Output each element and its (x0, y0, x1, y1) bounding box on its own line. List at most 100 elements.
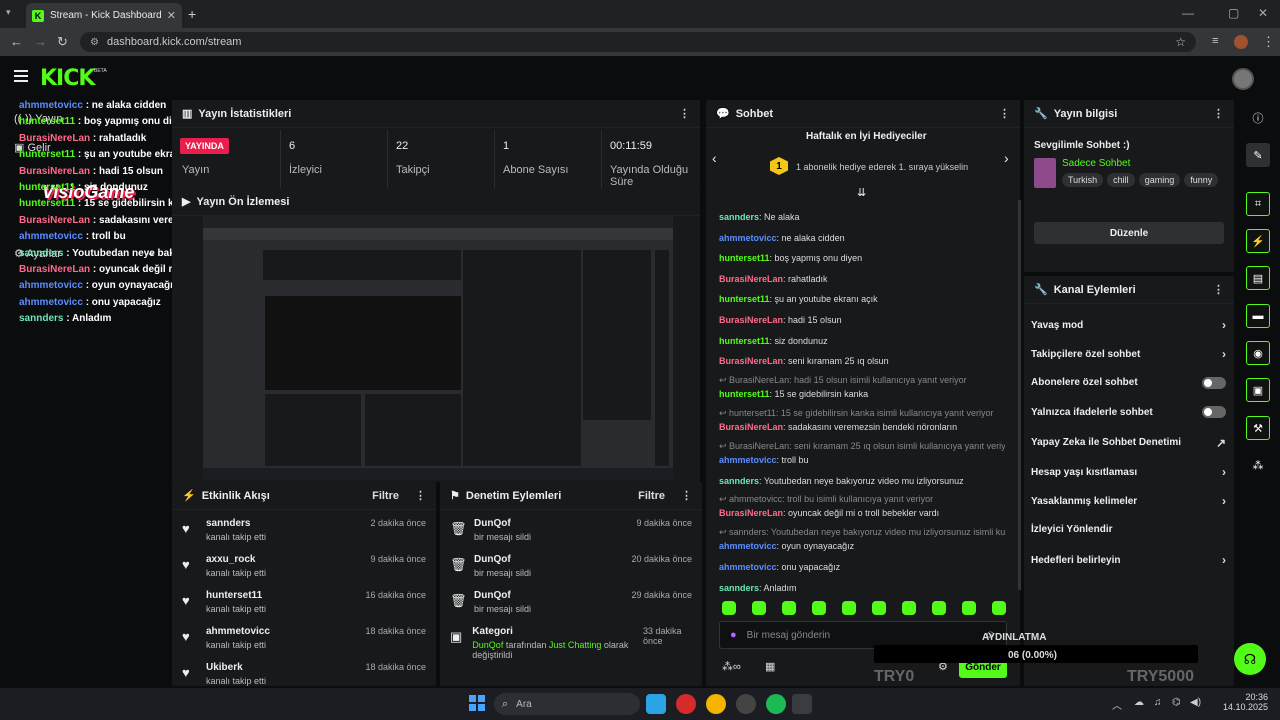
new-tab-icon[interactable]: + (188, 6, 196, 22)
chat-username[interactable]: hunterset11 (719, 253, 770, 263)
activity-row[interactable]: ♥ sannders kanalı takip etti 2 dakika önce (172, 518, 436, 554)
channel-action-row[interactable]: Yapay Zeka ile Sohbet Denetimi ↗ (1031, 436, 1226, 450)
chat-message[interactable]: sannders: Ne alaka (719, 212, 800, 222)
stats-menu-icon[interactable]: ⋮ (679, 107, 690, 120)
chat-message[interactable]: BurasiNereLan: rahatladık (719, 274, 828, 284)
chat-username[interactable]: ahmmetovicc (719, 541, 777, 551)
moderation-user[interactable]: DunQof (474, 518, 531, 529)
channel-action-row[interactable]: Yasaklanmış kelimeler › (1031, 494, 1226, 508)
channel-action-row[interactable]: Takipçilere özel sohbet › (1031, 347, 1226, 361)
chat-username[interactable]: BurasiNereLan (719, 356, 783, 366)
maximize-icon[interactable]: ▢ (1228, 6, 1239, 20)
chat-reply-context[interactable]: ↩ hunterset11: 15 se gidebilirsin kanka … (719, 408, 1005, 419)
chat-reply-context[interactable]: ↩ BurasiNereLan: seni kıramam 25 ıq olsu… (719, 441, 1005, 452)
opera-icon[interactable] (676, 694, 696, 714)
chat-username[interactable]: sannders (719, 212, 759, 222)
lightning-icon[interactable]: ⚡ (1246, 229, 1270, 253)
fullscreen-icon[interactable]: ⌗ (1246, 192, 1270, 216)
activity-user[interactable]: hunterset11 (206, 590, 266, 601)
chat-message[interactable]: ahmmetovicc: onu yapacağız (719, 562, 840, 572)
activity-user[interactable]: axxu_rock (206, 554, 266, 565)
stream-preview-video[interactable] (203, 216, 673, 480)
forward-icon[interactable]: → (34, 34, 47, 49)
moderation-filter-button[interactable]: Filtre (638, 490, 665, 502)
emote-icon[interactable] (872, 601, 886, 615)
chat-reply-context[interactable]: ↩ ahmmetovicc: troll bu isimli kullanıcı… (719, 494, 1005, 505)
chat-reply-context[interactable]: ↩ sannders: Youtubedan neye bakıyoruz vi… (719, 527, 1005, 538)
moderation-row[interactable]: 🗑 DunQof bir mesajı sildi 20 dakika önce (440, 554, 702, 590)
chat-username[interactable]: hunterset11 (719, 389, 770, 399)
chat-message[interactable]: BurasiNereLan: sadakasını veremezsin ben… (719, 422, 957, 432)
activity-filter-button[interactable]: Filtre (372, 490, 399, 502)
channel-action-row[interactable]: Yalnızca ifadelerle sohbet (1031, 406, 1226, 419)
edit-icon[interactable]: ✎ (1246, 143, 1270, 167)
channel-action-row[interactable]: Yavaş mod › (1031, 318, 1226, 332)
chat-message[interactable]: hunterset11: boş yapmış onu diyen (719, 253, 862, 263)
chat-message[interactable]: sannders: Anladım (719, 583, 797, 593)
browser-menu-icon[interactable]: ⋮ (1262, 34, 1275, 50)
broadcast-rail-icon[interactable]: ◉ (1246, 341, 1270, 365)
chat-username[interactable]: hunterset11 (719, 336, 770, 346)
emote-icon[interactable] (782, 601, 796, 615)
chat-username[interactable]: BurasiNereLan (719, 508, 783, 518)
stream-info-menu-icon[interactable]: ⋮ (1213, 107, 1224, 120)
network-icon[interactable]: ⌬ (1172, 697, 1181, 708)
channel-actions-menu-icon[interactable]: ⋮ (1213, 283, 1224, 296)
emote-icon[interactable] (902, 601, 916, 615)
chat-username[interactable]: ahmmetovicc (719, 233, 777, 243)
telegram-icon[interactable] (646, 694, 666, 714)
chrome-icon[interactable] (706, 694, 726, 714)
activity-row[interactable]: ♥ ahmmetovicc kanalı takip etti 18 dakika ö… (172, 626, 436, 662)
channel-action-row[interactable]: Hedefleri belirleyin › (1031, 553, 1226, 567)
chat-username[interactable]: BurasiNereLan (719, 274, 783, 284)
chat-message[interactable]: BurasiNereLan: hadi 15 olsun (719, 315, 842, 325)
notes-icon[interactable]: ▤ (1246, 266, 1270, 290)
gifters-prev-icon[interactable]: ‹ (712, 150, 717, 166)
moderation-row[interactable]: 🗑 DunQof bir mesajı sildi 9 dakika önce (440, 518, 702, 554)
emote-icon[interactable] (752, 601, 766, 615)
activity-row[interactable]: ♥ axxu_rock kanalı takip etti 9 dakika önce (172, 554, 436, 590)
info-icon[interactable]: ⓘ (1246, 106, 1270, 130)
chat-menu-icon[interactable]: ⋮ (999, 107, 1010, 120)
back-icon[interactable]: ← (10, 34, 23, 49)
kick-logo[interactable]: KICK (40, 66, 95, 91)
moderation-sub-user[interactable]: DunQof (472, 640, 503, 650)
pin-icon[interactable]: ⇊ (857, 186, 866, 199)
store-icon[interactable]: ▦ (765, 660, 775, 673)
apps-icon[interactable]: ⁂ (1246, 453, 1270, 477)
chat-message[interactable]: hunterset11: şu an youtube ekranı açık (719, 294, 878, 304)
chat-username[interactable]: sannders (719, 476, 759, 486)
channel-action-row[interactable]: Hesap yaşı kısıtlaması › (1031, 465, 1226, 479)
menu-icon[interactable] (14, 70, 28, 82)
mic-icon[interactable]: ● (730, 629, 737, 641)
toggle-switch[interactable] (1202, 376, 1226, 389)
chat-bubble-icon[interactable]: ▬ (1246, 304, 1270, 328)
close-window-icon[interactable]: ✕ (1258, 6, 1268, 20)
moderation-user[interactable]: DunQof (474, 554, 531, 565)
emote-icon[interactable] (932, 601, 946, 615)
chat-message[interactable]: hunterset11: 15 se gidebilirsin kanka (719, 389, 868, 399)
chat-username[interactable]: hunterset11 (719, 294, 770, 304)
emote-icon[interactable] (812, 601, 826, 615)
reload-icon[interactable]: ↻ (57, 34, 68, 50)
channel-action-row[interactable]: İzleyici Yönlendir (1031, 524, 1226, 535)
moderation-user[interactable]: Kategori (472, 626, 633, 637)
chat-message[interactable]: sannders: Youtubedan neye bakıyoruz vide… (719, 476, 964, 486)
chat-username[interactable]: ahmmetovicc (719, 455, 777, 465)
spotify-icon[interactable] (766, 694, 786, 714)
tab-close-icon[interactable]: ✕ (167, 9, 176, 22)
profile-icon[interactable] (1234, 35, 1248, 49)
start-icon[interactable] (469, 695, 485, 711)
activity-user[interactable]: sannders (206, 518, 266, 529)
minimize-icon[interactable]: — (1182, 6, 1194, 20)
taskbar-search[interactable]: ⌕ Ara (494, 693, 640, 715)
emote-icon[interactable] (842, 601, 856, 615)
chat-message[interactable]: ahmmetovicc: troll bu (719, 455, 809, 465)
edit-button[interactable]: Düzenle (1034, 222, 1224, 244)
activity-row[interactable]: ♥ hunterset11 kanalı takip etti 16 dakika ö… (172, 590, 436, 626)
tray-chevron-icon[interactable]: ︿ (1112, 697, 1122, 712)
chat-message[interactable]: ahmmetovicc: oyun oynayacağız (719, 541, 854, 551)
cloud-icon[interactable]: ☁ (1134, 697, 1144, 708)
moderation-row[interactable]: 🗑 DunQof bir mesajı sildi 29 dakika önce (440, 590, 702, 626)
wrench-rail-icon[interactable]: ⚒ (1246, 416, 1270, 440)
